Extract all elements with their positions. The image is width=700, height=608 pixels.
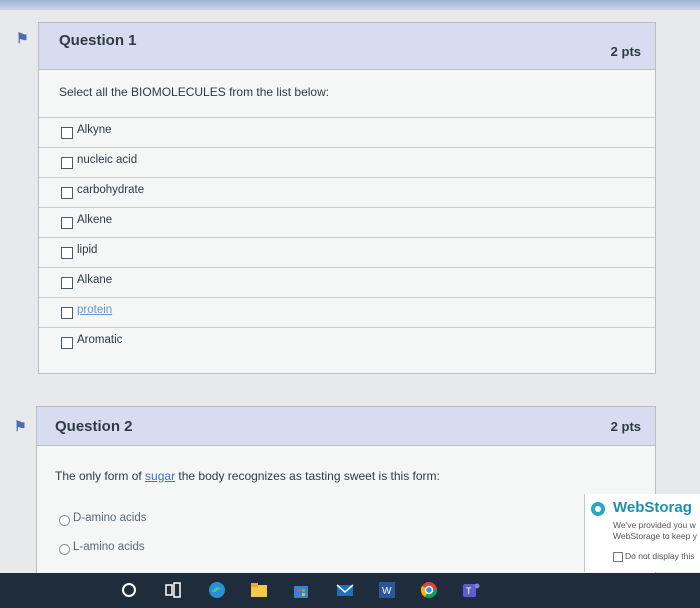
question-2-prompt: The only form of sugar the body recogniz…	[55, 469, 440, 483]
task-view-icon[interactable]	[164, 581, 182, 599]
checkbox[interactable]	[61, 157, 73, 169]
webstorage-logo-icon	[591, 502, 605, 516]
edge-icon[interactable]	[208, 581, 226, 599]
question-1-card: Question 1 2 pts Select all the BIOMOLEC…	[38, 22, 656, 374]
answer-label[interactable]: nucleic acid	[77, 154, 137, 166]
popup-message-line-1: We've provided you w	[613, 520, 696, 530]
question-2-title: Question 2	[55, 418, 133, 435]
search-icon[interactable]	[120, 581, 138, 599]
popup-message-line-2: WebStorage to keep y	[613, 531, 697, 541]
question-2-points: 2 pts	[610, 419, 641, 434]
answer-aromatic[interactable]: Aromatic	[39, 327, 655, 357]
question-1-header: Question 1 2 pts	[39, 23, 655, 70]
popup-title: WebStorag	[613, 499, 692, 516]
answer-alkene[interactable]: Alkene	[39, 207, 655, 237]
prompt-text: the body recognizes as tasting sweet is …	[175, 469, 440, 483]
do-not-display-label[interactable]: Do not display this	[625, 551, 694, 561]
chrome-icon[interactable]	[420, 581, 438, 599]
checkbox[interactable]	[61, 247, 73, 259]
webstorage-popup: WebStorag We've provided you w WebStorag…	[584, 494, 700, 572]
answer-label[interactable]: Aromatic	[77, 334, 122, 346]
sugar-link[interactable]: sugar	[145, 469, 175, 483]
file-explorer-icon[interactable]	[250, 581, 268, 599]
answer-alkane[interactable]: Alkane	[39, 267, 655, 297]
windows-taskbar: W T	[0, 573, 700, 608]
answer-alkyne[interactable]: Alkyne	[39, 117, 655, 147]
answer-label[interactable]: Alkyne	[77, 124, 112, 136]
svg-text:W: W	[382, 586, 392, 597]
checkbox[interactable]	[61, 127, 73, 139]
word-icon[interactable]: W	[378, 581, 396, 599]
store-icon[interactable]	[292, 581, 310, 599]
answer-lipid[interactable]: lipid	[39, 237, 655, 267]
radio-l-amino-acids[interactable]	[59, 544, 70, 555]
flag-question-icon[interactable]: ⚑	[14, 418, 32, 434]
answer-label[interactable]: lipid	[77, 244, 97, 256]
answer-protein[interactable]: protein	[39, 297, 655, 327]
answer-label[interactable]: protein	[77, 304, 112, 316]
checkbox[interactable]	[61, 337, 73, 349]
teams-icon[interactable]: T	[462, 581, 480, 599]
svg-text:T: T	[466, 586, 472, 596]
answer-label[interactable]: Alkane	[77, 274, 112, 286]
checkbox[interactable]	[61, 307, 73, 319]
checkbox[interactable]	[61, 277, 73, 289]
checkbox[interactable]	[61, 187, 73, 199]
answer-carbohydrate[interactable]: carbohydrate	[39, 177, 655, 207]
question-1-points: 2 pts	[610, 44, 641, 59]
do-not-display-checkbox[interactable]	[613, 552, 623, 562]
option-label[interactable]: L-amino acids	[73, 541, 145, 553]
question-1-title: Question 1	[59, 32, 137, 49]
radio-d-amino-acids[interactable]	[59, 515, 70, 526]
answer-label[interactable]: carbohydrate	[77, 184, 144, 196]
answer-label[interactable]: Alkene	[77, 214, 112, 226]
prompt-text: The only form of	[55, 469, 146, 483]
answer-nucleic-acid[interactable]: nucleic acid	[39, 147, 655, 177]
question-2-header: Question 2 2 pts	[37, 407, 655, 446]
flag-question-icon[interactable]: ⚑	[16, 30, 34, 46]
mail-icon[interactable]	[336, 581, 354, 599]
checkbox[interactable]	[61, 217, 73, 229]
browser-top-edge	[0, 0, 700, 10]
option-label[interactable]: D-amino acids	[73, 512, 147, 524]
question-2-card: Question 2 2 pts The only form of sugar …	[36, 406, 656, 580]
question-1-prompt: Select all the BIOMOLECULES from the lis…	[59, 85, 330, 99]
